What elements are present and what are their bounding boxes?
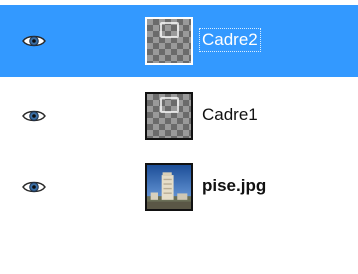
layer-name-cadre2[interactable]: Cadre2 bbox=[199, 28, 261, 52]
layer-thumbnail[interactable] bbox=[145, 92, 193, 140]
layer-name-pise[interactable]: pise.jpg bbox=[202, 175, 266, 197]
layer-row-pise[interactable]: pise.jpg bbox=[0, 151, 358, 223]
layers-panel: Cadre2 Cadre1 pise.jpg bbox=[0, 0, 358, 274]
frame-outline bbox=[160, 97, 179, 113]
layer-row-cadre1[interactable]: Cadre1 bbox=[0, 80, 358, 152]
tower-photo-thumbnail bbox=[147, 165, 191, 209]
layer-row-cadre2[interactable]: Cadre2 bbox=[0, 5, 358, 77]
layer-thumbnail[interactable] bbox=[145, 163, 193, 211]
eye-icon[interactable] bbox=[22, 179, 46, 195]
eye-icon[interactable] bbox=[22, 108, 46, 124]
layer-name-cadre1[interactable]: Cadre1 bbox=[202, 104, 258, 126]
frame-outline bbox=[160, 22, 179, 38]
layer-thumbnail[interactable] bbox=[145, 17, 193, 65]
eye-icon[interactable] bbox=[22, 33, 46, 49]
